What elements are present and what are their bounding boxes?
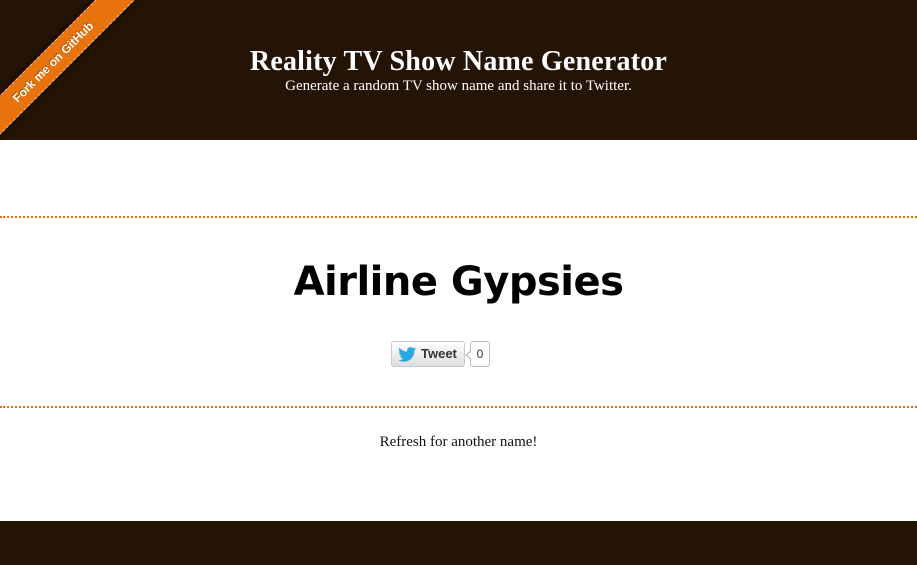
generated-show-name: Airline Gypsies	[293, 259, 624, 305]
show-name-section: Airline Gypsies Tweet 0	[0, 216, 917, 408]
refresh-note: Refresh for another name!	[379, 434, 538, 450]
tweet-count-bubble: 0	[465, 341, 490, 367]
fork-on-github-ribbon[interactable]: Fork me on GitHub	[0, 0, 138, 147]
github-ribbon-container: Fork me on GitHub	[0, 0, 150, 150]
tweet-button[interactable]: Tweet	[391, 341, 465, 367]
footer	[0, 521, 917, 565]
twitter-bird-icon	[398, 347, 417, 362]
tweet-button-label: Tweet	[421, 346, 457, 361]
